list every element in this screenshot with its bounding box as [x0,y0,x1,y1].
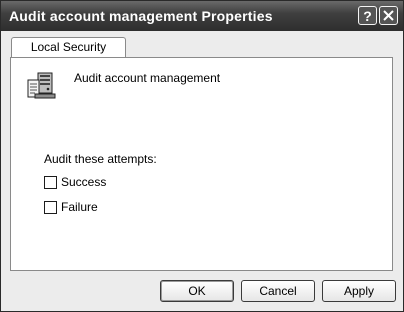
success-checkbox[interactable] [44,175,57,189]
server-policy-icon [27,72,56,99]
close-icon [383,10,394,21]
help-button[interactable]: ? [358,6,377,25]
ok-button[interactable]: OK [160,280,234,302]
audit-attempts-label: Audit these attempts: [44,152,157,166]
help-icon: ? [363,8,372,24]
failure-label[interactable]: Failure [61,200,98,214]
policy-name: Audit account management [74,71,221,85]
window-title: Audit account management Properties [9,8,273,24]
close-button[interactable] [379,6,398,25]
failure-checkbox[interactable] [44,200,57,214]
properties-dialog: Audit account management Properties ? Lo… [0,0,404,312]
tab-local-security-setting[interactable]: Local Security Setting [11,37,126,73]
tab-panel: Audit account management Audit these att… [10,57,393,271]
failure-option[interactable]: Failure [44,200,98,214]
apply-button[interactable]: Apply [322,280,396,302]
success-option[interactable]: Success [44,175,106,189]
cancel-button[interactable]: Cancel [241,280,315,302]
title-bar[interactable]: Audit account management Properties ? [1,1,403,31]
success-label[interactable]: Success [61,175,106,189]
